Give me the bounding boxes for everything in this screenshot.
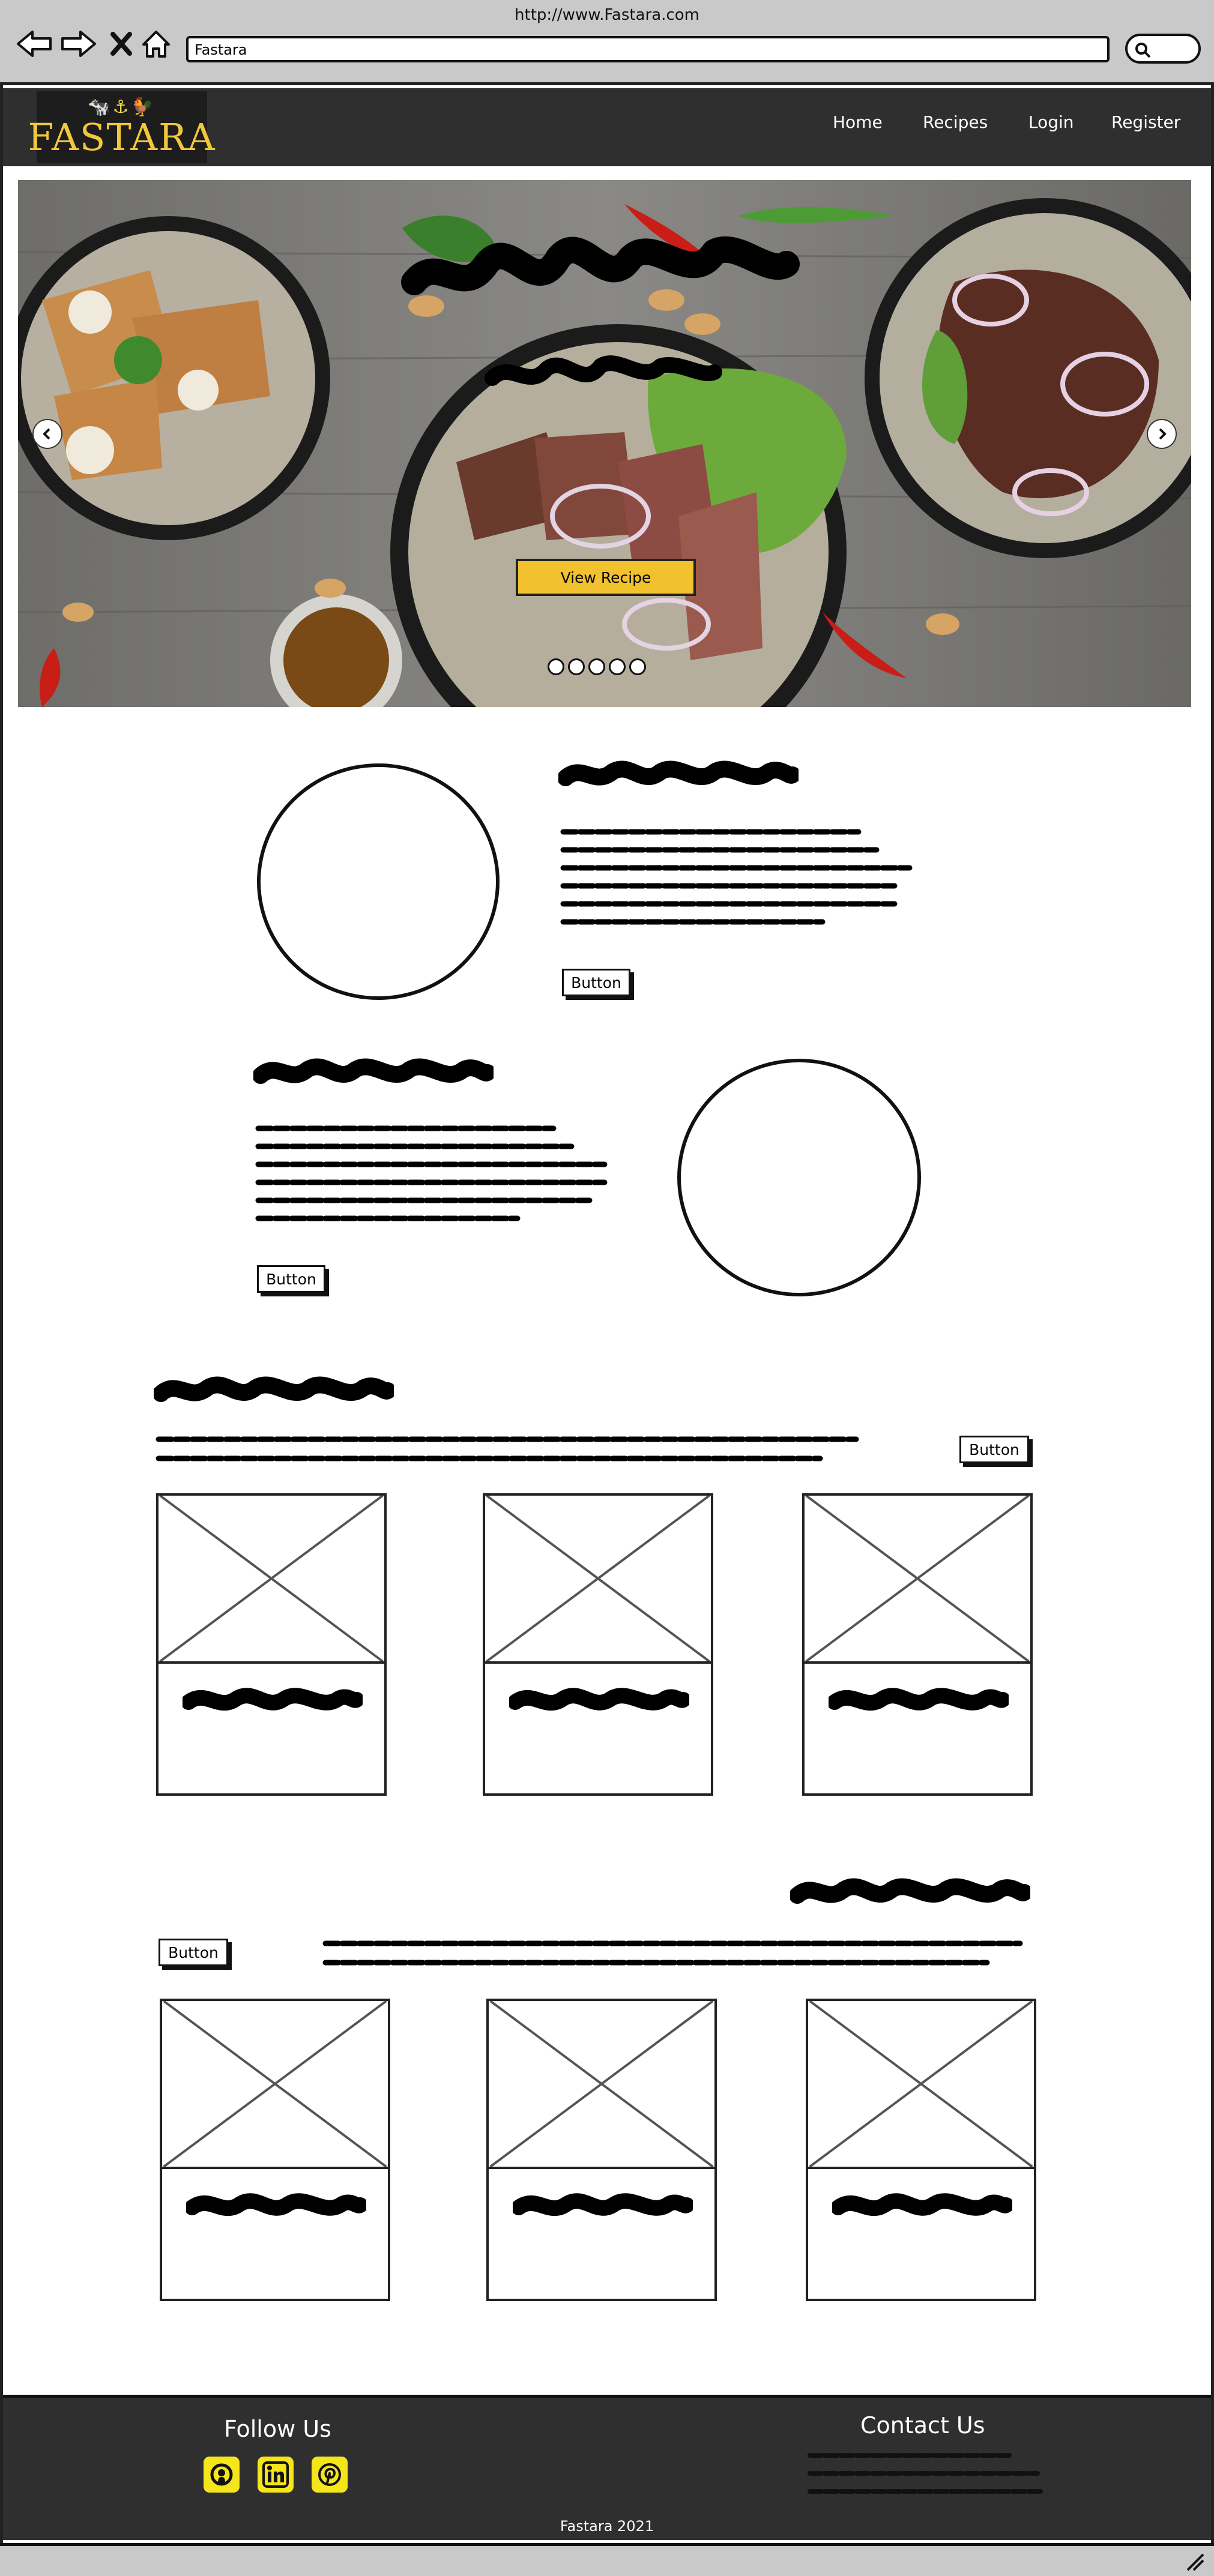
feature-heading-2	[253, 1058, 494, 1084]
back-arrow-icon[interactable]	[14, 26, 54, 61]
feature-image-placeholder-1	[257, 763, 500, 1000]
site-footer: Follow Us Contact Us Fastara 2021	[3, 2395, 1211, 2540]
chevron-left-icon	[43, 428, 50, 440]
nav-register[interactable]: Register	[1111, 112, 1180, 132]
carousel-dot[interactable]	[548, 658, 564, 675]
search-button[interactable]	[1125, 34, 1201, 64]
recipe-card-title	[513, 2193, 693, 2216]
recipe-card-title	[832, 2193, 1012, 2216]
recipe-card[interactable]	[806, 1999, 1036, 2301]
nav-login[interactable]: Login	[1028, 112, 1074, 132]
pinterest-icon[interactable]	[312, 2457, 348, 2493]
copyright-text: Fastara 2021	[560, 2518, 654, 2535]
recipes-section-1-button[interactable]: Button	[959, 1436, 1029, 1463]
logo-animals-icon: 🐄⚓🐓	[88, 97, 156, 118]
recipes-section-2-button[interactable]: Button	[159, 1939, 228, 1966]
hero-carousel: View Recipe	[18, 180, 1191, 707]
feature-paragraph-2	[255, 1125, 608, 1221]
logo[interactable]: 🐄⚓🐓 FASTARA	[28, 91, 215, 163]
feature-button-1[interactable]: Button	[562, 969, 630, 996]
feature-heading-1	[558, 760, 799, 786]
feature-image-placeholder-2	[677, 1059, 921, 1296]
recipe-card-title	[183, 1688, 363, 1711]
carousel-dot[interactable]	[568, 658, 585, 675]
recipe-card[interactable]	[486, 1999, 717, 2301]
image-placeholder-icon	[808, 2001, 1034, 2169]
recipe-card-title	[186, 2193, 366, 2216]
recipes-section-1-description	[156, 1436, 859, 1461]
nav-recipes[interactable]: Recipes	[923, 112, 988, 132]
resize-grip-icon[interactable]	[1184, 2551, 1206, 2572]
home-icon[interactable]	[139, 26, 173, 61]
follow-us-heading: Follow Us	[224, 2416, 331, 2442]
feature-button-2[interactable]: Button	[257, 1265, 325, 1293]
site-header: 🐄⚓🐓 FASTARA Home Recipes Login Register	[3, 88, 1211, 166]
carousel-next-button[interactable]	[1147, 419, 1177, 449]
chevron-right-icon	[1159, 428, 1167, 440]
browser-status-bar	[0, 2543, 1214, 2576]
browser-toolbar: http://www.Fastara.com Fastara	[0, 0, 1214, 85]
recipe-card[interactable]	[483, 1493, 713, 1796]
image-placeholder-icon	[489, 2001, 714, 2169]
image-placeholder-icon	[805, 1496, 1030, 1664]
linkedin-icon[interactable]	[258, 2457, 294, 2493]
nav-home[interactable]: Home	[833, 112, 883, 132]
recipes-section-2-heading	[790, 1878, 1030, 1904]
recipe-card[interactable]	[802, 1493, 1033, 1796]
recipe-card-title	[829, 1688, 1009, 1711]
feature-paragraph-1	[560, 829, 913, 925]
contact-details-text	[808, 2453, 1043, 2494]
search-icon	[1135, 43, 1151, 58]
carousel-dot[interactable]	[629, 658, 646, 675]
contact-us-heading: Contact Us	[860, 2412, 985, 2439]
recipe-card[interactable]	[156, 1493, 387, 1796]
image-placeholder-icon	[159, 1496, 384, 1664]
recipes-section-2-description	[322, 1940, 1023, 1966]
image-placeholder-icon	[485, 1496, 711, 1664]
recipes-section-1-heading	[154, 1376, 394, 1402]
image-placeholder-icon	[162, 2001, 388, 2169]
logo-text: FASTARA	[28, 115, 216, 159]
carousel-indicators	[548, 658, 646, 675]
recipe-card[interactable]	[160, 1999, 390, 2301]
github-icon[interactable]	[204, 2457, 240, 2493]
carousel-prev-button[interactable]	[32, 419, 62, 449]
forward-arrow-icon[interactable]	[59, 26, 98, 61]
close-icon[interactable]	[107, 26, 136, 61]
carousel-dot[interactable]	[609, 658, 626, 675]
hero-food-image	[18, 180, 1191, 707]
recipe-card-title	[509, 1688, 689, 1711]
address-bar-input[interactable]: Fastara	[186, 36, 1110, 62]
carousel-dot[interactable]	[588, 658, 605, 675]
view-recipe-button[interactable]: View Recipe	[516, 559, 696, 596]
window-url-title: http://www.Fastara.com	[515, 6, 699, 24]
